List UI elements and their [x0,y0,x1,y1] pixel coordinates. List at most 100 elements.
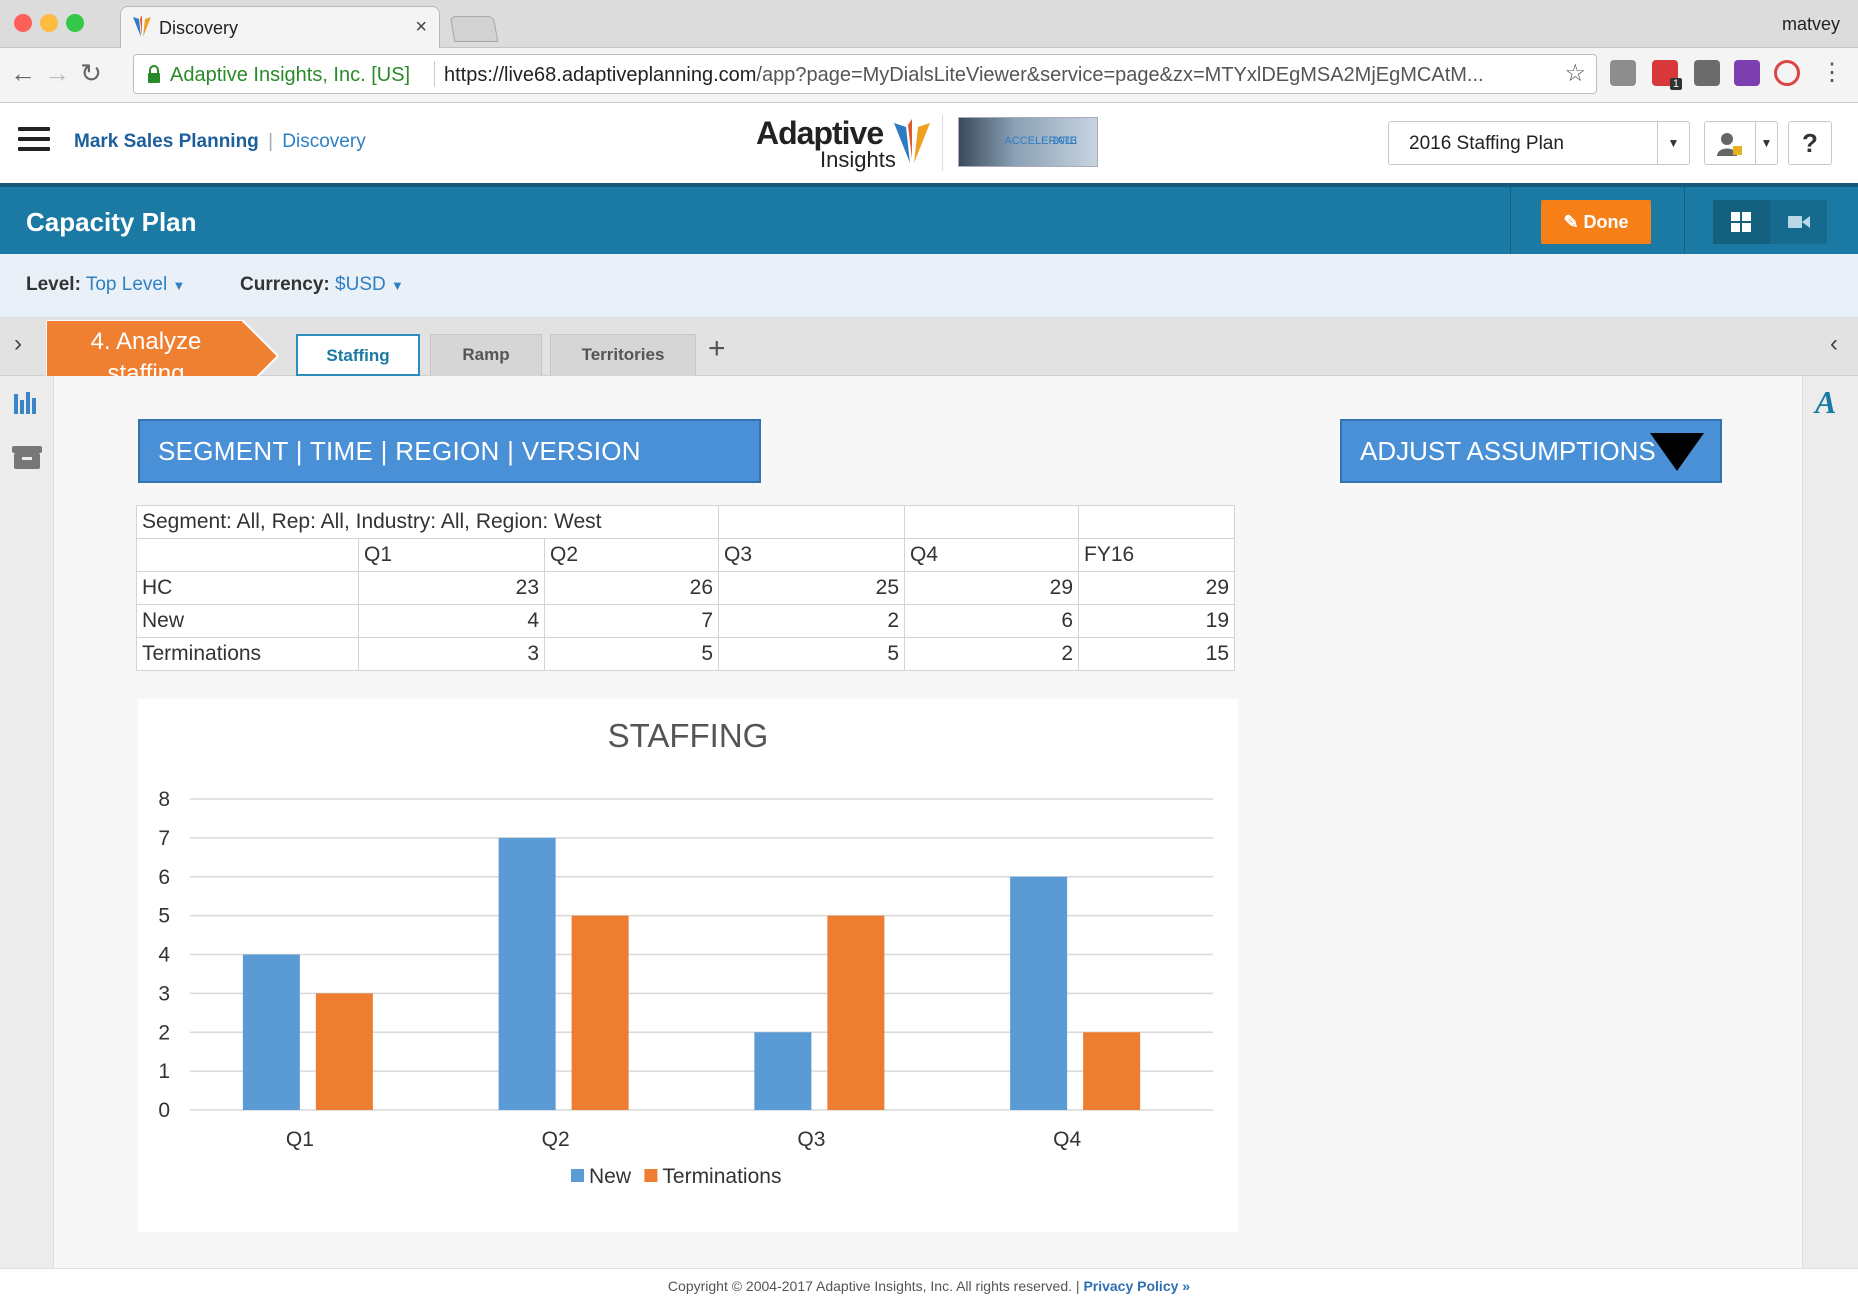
tab-staffing[interactable]: Staffing [296,334,420,376]
caret-down-icon: ▼ [172,278,186,293]
table-row: HC 23 26 25 29 29 [136,571,1235,605]
user-menu-button[interactable]: ▼ [1704,121,1778,165]
extension-icon[interactable] [1610,60,1636,86]
table-cell[interactable]: 6 [904,604,1079,638]
browser-menu-icon[interactable]: ⋮ [1820,58,1844,87]
y-tick-label: 1 [158,1060,170,1083]
table-cell[interactable]: 26 [544,571,719,605]
x-tick-label: Q1 [286,1128,314,1151]
left-rail [0,376,54,1268]
table-cell[interactable]: 25 [718,571,905,605]
table-cell[interactable]: 7 [544,604,719,638]
app-window: Discovery × matvey ← → ↻ Adaptive Insigh… [0,0,1858,1302]
dashboard-canvas: SEGMENT | TIME | REGION | VERSION ADJUST… [54,376,1802,1268]
table-cell[interactable]: 2 [904,637,1079,671]
bar-terminations-q4[interactable] [1083,1032,1141,1110]
address-bar[interactable]: Adaptive Insights, Inc. [US] https://liv… [133,54,1597,94]
breadcrumb-module[interactable]: Discovery [282,131,365,152]
collapse-right-panel-icon[interactable]: ‹ [1830,330,1838,358]
adjust-assumptions-button[interactable]: ADJUST ASSUMPTIONS [1340,419,1722,483]
profile-name[interactable]: matvey [1782,14,1840,35]
x-tick-label: Q4 [1053,1128,1081,1151]
tab-close-icon[interactable]: × [415,16,427,39]
adaptive-favicon-icon [133,15,151,37]
y-tick-label: 3 [158,982,170,1005]
step-label-line1: 4. Analyze [90,328,202,355]
level-filter[interactable]: Level: Top Level ▼ [26,274,185,296]
chart-svg: STAFFING 0 1 2 3 4 5 6 7 8 Q1 Q2 Q3 Q4 New Terminations [158,717,1213,1188]
expand-left-panel-icon[interactable]: › [14,330,22,358]
new-tab-button[interactable] [449,16,499,42]
table-cell[interactable]: 19 [1078,604,1235,638]
bar-new-q1[interactable] [242,954,300,1111]
table-cell[interactable]: 23 [358,571,545,605]
table-cell[interactable]: 29 [904,571,1079,605]
y-tick-label: 0 [158,1099,170,1122]
table-cell[interactable]: 5 [718,637,905,671]
browser-tab-bar: Discovery × matvey [0,0,1858,49]
menu-hamburger-icon[interactable] [18,127,50,155]
spiral-extension-icon[interactable] [1774,60,1800,86]
browser-tab[interactable]: Discovery × [120,6,440,49]
adjust-assumptions-label: ADJUST ASSUMPTIONS [1360,436,1656,466]
site-identity: Adaptive Insights, Inc. [US] [170,64,411,86]
chevron-down-icon: ▼ [1657,122,1689,164]
done-button[interactable]: ✎ Done [1541,200,1651,244]
currency-filter[interactable]: Currency: $USD ▼ [240,274,404,296]
tab-ramp[interactable]: Ramp [430,334,542,376]
table-cell[interactable]: 3 [358,637,545,671]
row-label: New [136,604,359,638]
onenote-extension-icon[interactable] [1734,60,1760,86]
dimensions-bar[interactable]: SEGMENT | TIME | REGION | VERSION [138,419,761,483]
bar-terminations-q1[interactable] [315,993,373,1110]
close-window-button[interactable] [14,14,32,32]
archive-box-icon[interactable] [12,444,42,470]
browser-toolbar: ← → ↻ Adaptive Insights, Inc. [US] https… [0,48,1858,103]
adaptive-insights-logo: Adaptive Insights [756,113,936,173]
url-text: https://live68.adaptiveplanning.com/app?… [444,64,1484,87]
table-cell[interactable]: 5 [544,637,719,671]
row-label: HC [136,571,359,605]
bar-terminations-q2[interactable] [571,915,629,1110]
tab-title: Discovery [159,18,239,38]
bar-new-q2[interactable] [498,837,556,1110]
help-button[interactable]: ? [1788,121,1832,165]
bar-terminations-q3[interactable] [827,915,885,1110]
x-tick-label: Q2 [542,1128,570,1151]
url-path: /app?page=MyDialsLiteViewer&service=page… [756,64,1484,86]
tab-territories[interactable]: Territories [550,334,696,376]
text-format-icon[interactable]: A [1815,384,1836,421]
caret-down-icon: ▼ [391,278,404,293]
y-tick-label: 4 [158,944,170,967]
forward-arrow-icon[interactable]: → [42,58,72,88]
y-tick-label: 7 [158,827,170,850]
table-cell[interactable]: 15 [1078,637,1235,671]
maximize-window-button[interactable] [66,14,84,32]
bookmark-star-icon[interactable]: ☆ [1564,59,1586,88]
table-row: New 4 7 2 6 19 [136,604,1235,638]
page-title: Capacity Plan [26,207,197,237]
currency-value: $USD [335,274,386,295]
back-arrow-icon[interactable]: ← [8,58,38,88]
table-cell[interactable]: 2 [718,604,905,638]
chart-library-icon[interactable] [14,390,40,414]
level-value: Top Level [85,274,168,295]
table-cell[interactable]: 29 [1078,571,1235,605]
table-caption: Segment: All, Rep: All, Industry: All, R… [136,505,719,539]
table-header-row: Q1 Q2 Q3 Q4 FY16 [136,538,1235,572]
plan-version-select[interactable]: 2016 Staffing Plan ▼ [1388,121,1690,165]
reload-icon[interactable]: ↻ [76,58,106,88]
breadcrumb-org[interactable]: Mark Sales Planning [74,131,259,152]
right-rail: A [1802,376,1858,1268]
calendar-extension-icon[interactable]: 1 [1652,60,1682,90]
table-cell[interactable]: 4 [358,604,545,638]
add-tab-button[interactable]: + [708,332,726,366]
minimize-window-button[interactable] [40,14,58,32]
grid-view-icon[interactable] [1713,200,1770,244]
bar-new-q4[interactable] [1010,876,1068,1110]
keep-extension-icon[interactable] [1694,60,1720,86]
filter-row: Level: Top Level ▼ Currency: $USD ▼ [0,254,1858,318]
bar-new-q3[interactable] [754,1032,812,1110]
privacy-policy-link[interactable]: Privacy Policy » [1083,1278,1190,1294]
video-camera-icon[interactable] [1770,200,1827,244]
